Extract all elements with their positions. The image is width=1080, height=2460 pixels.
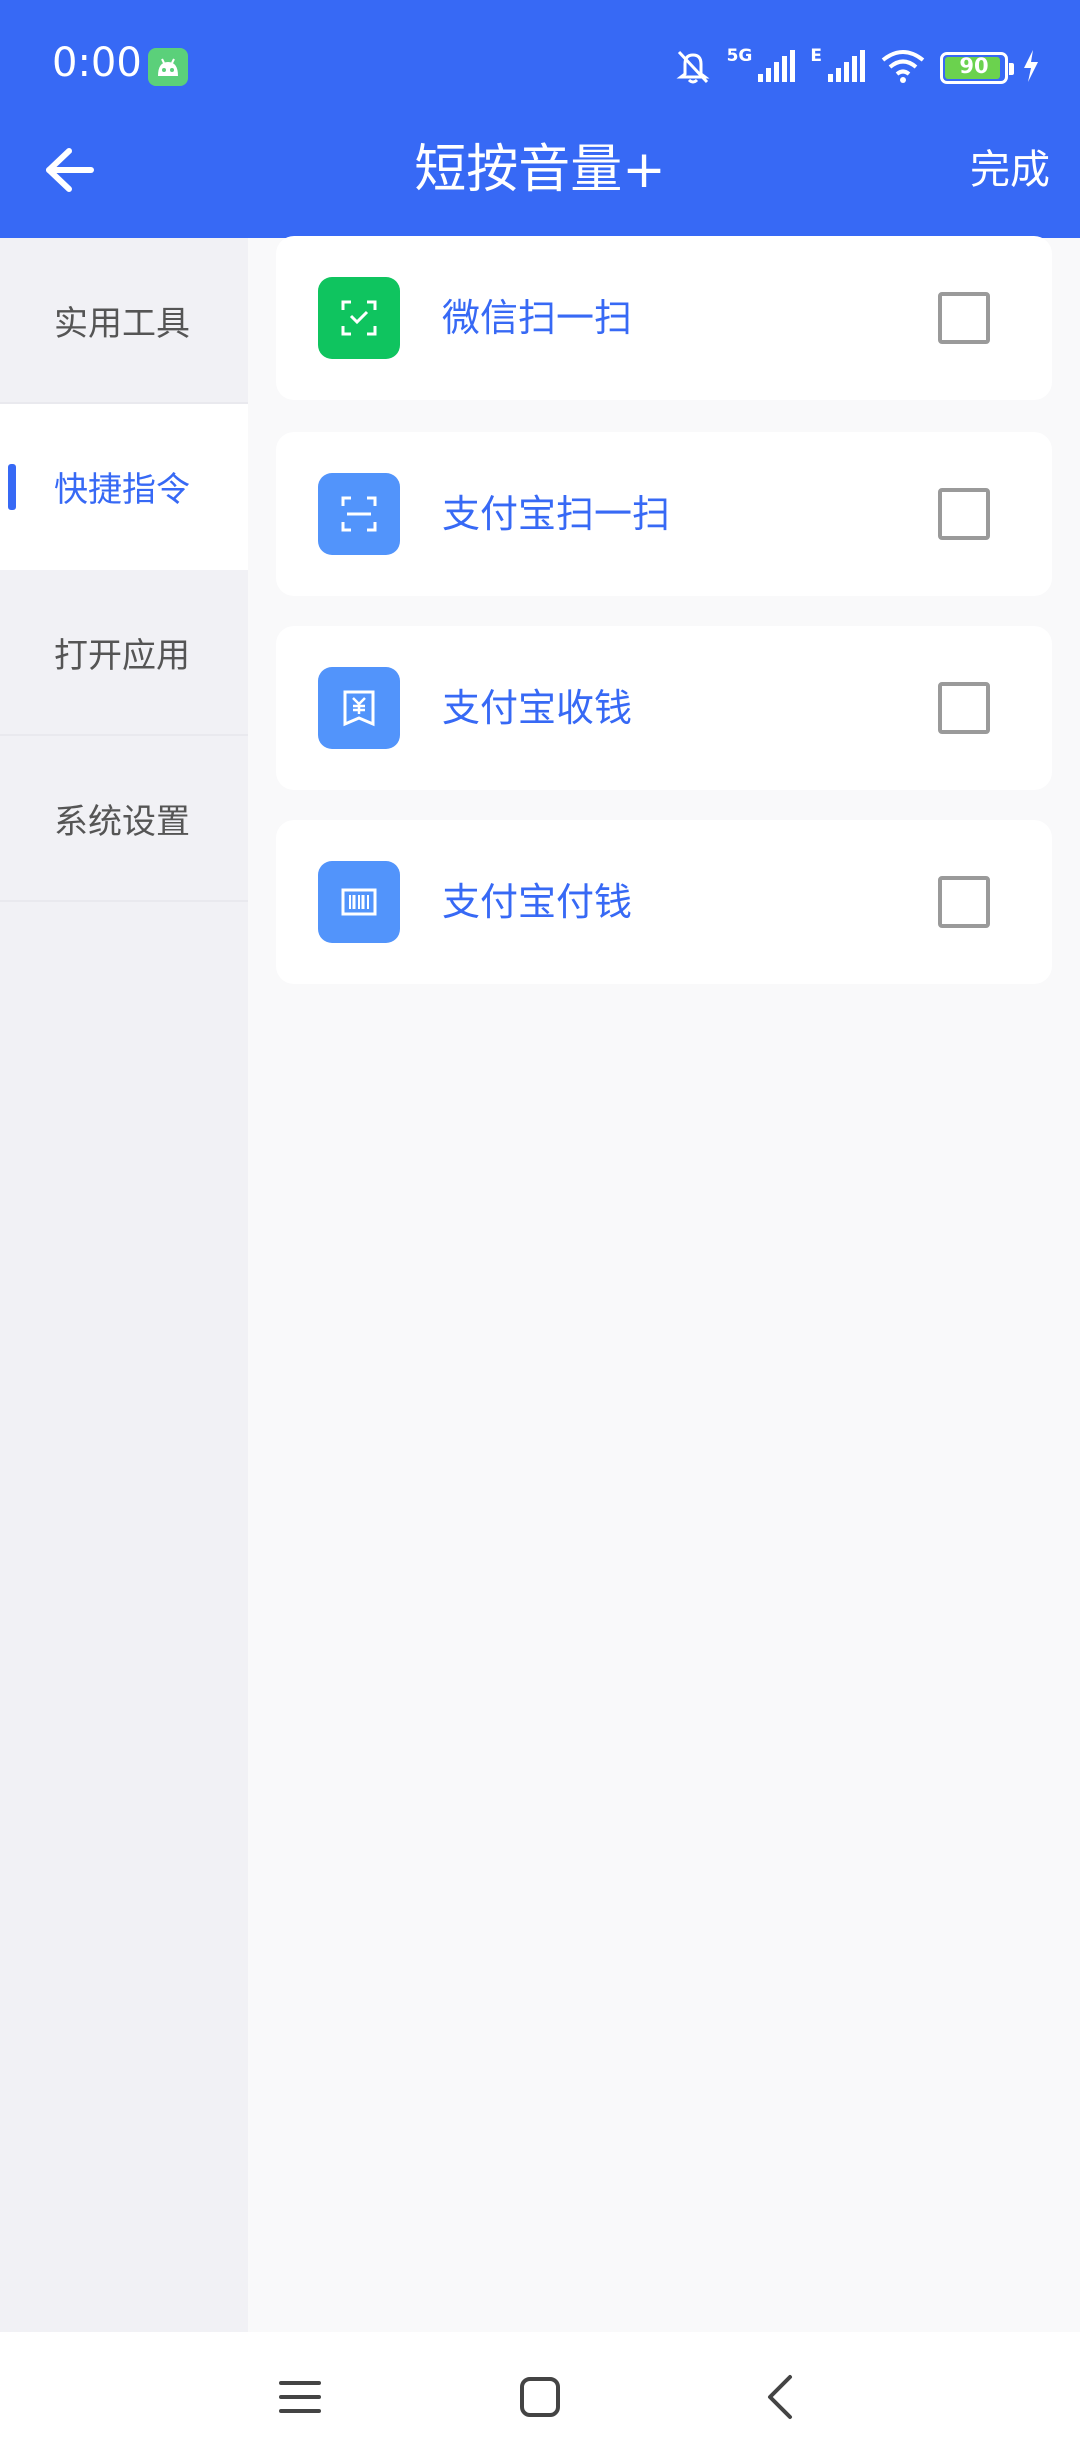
action-label: 支付宝扫一扫 xyxy=(442,492,671,536)
shortcut-list: 微信扫一扫 支付宝扫一扫 支付宝收钱 支付宝付钱 xyxy=(248,236,1080,2332)
select-checkbox[interactable] xyxy=(938,682,990,734)
action-label: 支付宝收钱 xyxy=(442,686,633,730)
sidebar-item-label: 快捷指令 xyxy=(54,469,190,510)
sidebar-item-label: 实用工具 xyxy=(54,303,190,344)
signal2-icon xyxy=(826,48,866,88)
menu-button[interactable] xyxy=(265,2362,335,2432)
network-type-label: 5G xyxy=(726,46,753,66)
page-title: 短按音量+ xyxy=(414,140,666,200)
battery-level: 90 xyxy=(959,54,989,78)
sidebar-item-label: 打开应用 xyxy=(54,635,190,676)
list-item-alipay-receive[interactable]: 支付宝收钱 xyxy=(276,626,1052,790)
android-icon xyxy=(148,48,188,86)
network2-type-label: E xyxy=(810,46,822,66)
done-button[interactable]: 完成 xyxy=(970,140,1050,200)
list-item-wechat-scan[interactable]: 微信扫一扫 xyxy=(276,236,1052,400)
menu-icon xyxy=(279,2381,321,2413)
home-square-icon xyxy=(520,2377,560,2417)
wechat-scan-icon xyxy=(318,277,400,359)
action-label: 微信扫一扫 xyxy=(442,296,633,340)
sidebar-item-open-app[interactable]: 打开应用 xyxy=(0,570,248,736)
select-checkbox[interactable] xyxy=(938,292,990,344)
app-header: 0:00 5G E 90 短按音量+ 完成 xyxy=(0,0,1080,238)
action-label: 支付宝付钱 xyxy=(442,880,633,924)
status-time: 0:00 xyxy=(52,40,142,86)
signal-icon xyxy=(756,48,796,88)
sidebar-item-label: 系统设置 xyxy=(54,801,190,842)
alipay-pay-icon xyxy=(318,861,400,943)
alipay-scan-icon xyxy=(318,473,400,555)
list-item-alipay-pay[interactable]: 支付宝付钱 xyxy=(276,820,1052,984)
category-sidebar: 实用工具 快捷指令 打开应用 系统设置 xyxy=(0,238,248,2332)
alipay-receive-icon xyxy=(318,667,400,749)
list-item-alipay-scan[interactable]: 支付宝扫一扫 xyxy=(276,432,1052,596)
wifi-icon xyxy=(880,48,926,88)
system-nav-bar xyxy=(0,2332,1080,2460)
sidebar-item-shortcuts[interactable]: 快捷指令 xyxy=(0,404,248,570)
sidebar-item-system-settings[interactable]: 系统设置 xyxy=(0,736,248,902)
status-bar: 0:00 5G E 90 xyxy=(0,0,1080,135)
home-button[interactable] xyxy=(505,2362,575,2432)
chevron-left-icon xyxy=(768,2375,792,2419)
select-checkbox[interactable] xyxy=(938,488,990,540)
charging-icon xyxy=(1022,49,1040,87)
back-nav-button[interactable] xyxy=(745,2362,815,2432)
bell-off-icon xyxy=(673,46,713,90)
battery-icon: 90 xyxy=(940,52,1014,84)
select-checkbox[interactable] xyxy=(938,876,990,928)
sidebar-item-tools[interactable]: 实用工具 xyxy=(0,238,248,404)
